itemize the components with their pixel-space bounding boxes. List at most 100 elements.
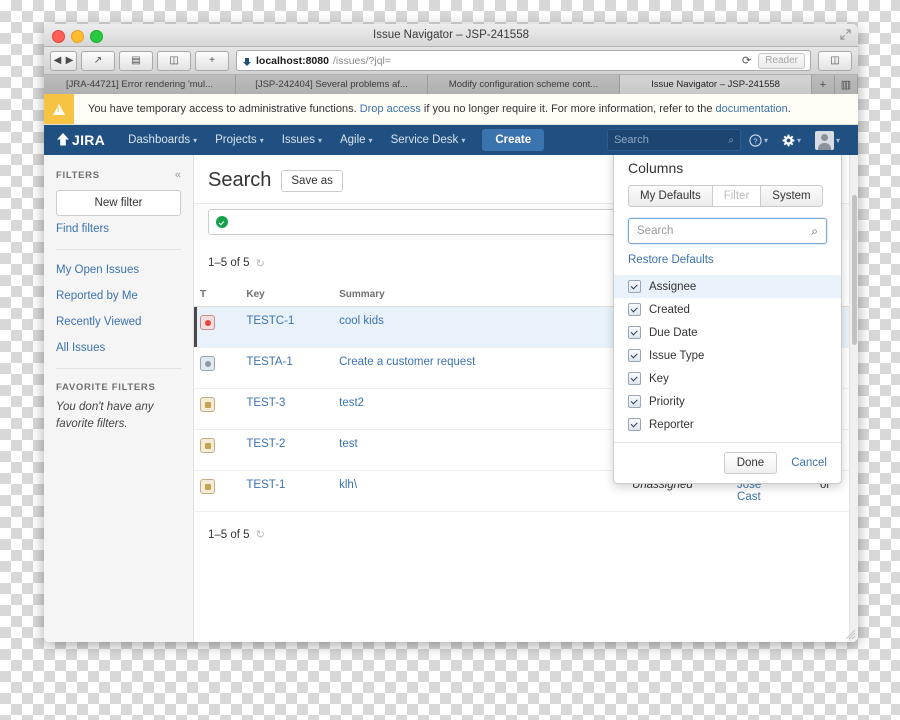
collapse-sidebar-icon[interactable]: « [175, 169, 181, 181]
column-option-issue-type[interactable]: Issue Type [614, 344, 841, 367]
issue-summary-link[interactable]: klh\ [339, 479, 357, 491]
checkbox-checked-icon[interactable] [628, 326, 641, 339]
column-option-due-date[interactable]: Due Date [614, 321, 841, 344]
refresh-icon[interactable]: ↻ [256, 257, 265, 270]
resize-corner-icon[interactable] [844, 628, 856, 640]
sidebar-item-my-open-issues[interactable]: My Open Issues [44, 257, 193, 283]
forward-button[interactable]: ▶ [64, 55, 76, 66]
save-as-button[interactable]: Save as [281, 169, 343, 192]
issue-key-link[interactable]: TEST-1 [246, 479, 285, 491]
nav-label: Projects [215, 134, 257, 146]
sidebar-item-reported-by-me[interactable]: Reported by Me [44, 283, 193, 309]
nav-item-dashboards[interactable]: Dashboards ▾ [119, 125, 206, 155]
checkbox-checked-icon[interactable] [628, 280, 641, 293]
user-menu-button[interactable]: ▾ [809, 130, 846, 150]
nav-label: Agile [339, 134, 366, 146]
add-tab-button[interactable]: + [812, 75, 835, 94]
column-option-reporter[interactable]: Reporter [614, 413, 841, 436]
column-option-label: Issue Type [649, 349, 705, 362]
sidebar-item-all-issues[interactable]: All Issues [44, 335, 193, 361]
find-filters-link[interactable]: Find filters [44, 216, 193, 242]
issue-summary-link[interactable]: test [339, 438, 358, 450]
checkbox-checked-icon[interactable] [628, 349, 641, 362]
issue-key-link[interactable]: TESTC-1 [246, 315, 294, 327]
column-header-type[interactable]: T [194, 284, 241, 307]
column-option-label: Assignee [649, 280, 697, 293]
done-button[interactable]: Done [723, 452, 778, 474]
refresh-icon[interactable]: ↻ [256, 528, 265, 541]
jira-logo[interactable]: JIRA [56, 132, 105, 148]
browser-tab[interactable]: [JSP-242404] Several problems af... [236, 75, 428, 94]
reload-icon[interactable]: ⟳ [742, 54, 751, 67]
issue-summary-link[interactable]: cool kids [339, 315, 384, 327]
reader-button[interactable]: Reader [758, 52, 805, 69]
global-search-input[interactable]: Search ⌕ [606, 129, 741, 151]
column-header-key[interactable]: Key [240, 284, 334, 307]
column-option-key[interactable]: Key [614, 367, 841, 390]
share-button[interactable]: ↗ [81, 50, 115, 71]
back-button[interactable]: ◀ [52, 55, 64, 66]
downloads-button[interactable]: ◫ [818, 50, 852, 71]
nav-item-service-desk[interactable]: Service Desk ▾ [382, 125, 475, 155]
settings-menu-button[interactable]: ▾ [776, 134, 807, 147]
issue-key-link[interactable]: TEST-2 [246, 438, 285, 450]
checkbox-checked-icon[interactable] [628, 303, 641, 316]
bookmarks-button[interactable]: ▤ [119, 50, 153, 71]
drop-access-link[interactable]: Drop access [360, 103, 421, 115]
sidebar-heading: FILTERS [56, 169, 100, 181]
checkbox-checked-icon[interactable] [628, 372, 641, 385]
sidebar-item-recently-viewed[interactable]: Recently Viewed [44, 309, 193, 335]
results-count-bottom-row: 1–5 of 5 ↻ [194, 512, 858, 542]
search-icon: ⌕ [728, 134, 734, 146]
nav-item-issues[interactable]: Issues ▾ [273, 125, 331, 155]
browser-tab[interactable]: [JRA-44721] Error rendering 'mul... [44, 75, 236, 94]
restore-defaults-link[interactable]: Restore Defaults [614, 254, 841, 275]
segment-system[interactable]: System [760, 185, 823, 207]
column-option-assignee[interactable]: Assignee [614, 275, 841, 298]
documentation-link[interactable]: documentation [716, 103, 788, 115]
close-window-button[interactable] [52, 30, 65, 43]
checkbox-checked-icon[interactable] [628, 395, 641, 408]
url-host: localhost:8080 [256, 54, 329, 67]
nav-label: Dashboards [128, 134, 191, 146]
nav-item-agile[interactable]: Agile ▾ [331, 125, 382, 155]
chevron-down-icon: ▾ [193, 136, 198, 145]
new-filter-button[interactable]: New filter [56, 190, 181, 216]
issue-summary-link[interactable]: Create a customer request [339, 356, 475, 368]
help-icon: ? [749, 133, 762, 147]
columns-dropdown-title: Columns [628, 160, 684, 176]
checkbox-checked-icon[interactable] [628, 418, 641, 431]
cancel-link[interactable]: Cancel [791, 457, 827, 469]
issue-summary-link[interactable]: test2 [339, 397, 364, 409]
window-controls[interactable] [52, 30, 103, 43]
vertical-scrollbar[interactable] [849, 155, 858, 642]
favorite-filters-empty-text: You don't have any favorite filters. [56, 401, 154, 430]
show-all-tabs-button[interactable]: ▥ [835, 75, 858, 94]
fullscreen-icon[interactable] [840, 29, 851, 40]
page-title: Search [208, 169, 272, 191]
jira-logo-text: JIRA [72, 132, 106, 148]
issue-key-link[interactable]: TESTA-1 [246, 356, 292, 368]
browser-tab-active[interactable]: Issue Navigator – JSP-241558 [620, 75, 812, 94]
create-button[interactable]: Create [482, 129, 545, 151]
sidebar-divider [56, 249, 181, 250]
svg-text:?: ? [753, 136, 757, 145]
column-option-created[interactable]: Created [614, 298, 841, 321]
new-tab-button[interactable]: + [195, 50, 229, 71]
segment-my-defaults[interactable]: My Defaults [628, 185, 713, 207]
minimize-window-button[interactable] [71, 30, 84, 43]
banner-text-middle: if you no longer require it. For more in… [423, 103, 713, 115]
maximize-window-button[interactable] [90, 30, 103, 43]
columns-scope-segments: My Defaults Filter System [628, 185, 827, 207]
issue-key-link[interactable]: TEST-3 [246, 397, 285, 409]
browser-tab[interactable]: Modify configuration scheme cont... [428, 75, 620, 94]
column-header-summary[interactable]: Summary [333, 284, 627, 307]
columns-search-input[interactable]: Search ⌕ [628, 218, 827, 244]
scrollbar-thumb[interactable] [851, 195, 857, 345]
address-bar[interactable]: localhost:8080/issues/?jql= ⟳ Reader [236, 50, 811, 71]
help-menu-button[interactable]: ? ▾ [743, 133, 774, 147]
column-option-priority[interactable]: Priority [614, 390, 841, 413]
tab-overview-button[interactable]: ◫ [157, 50, 191, 71]
back-forward-buttons[interactable]: ◀ ▶ [50, 50, 77, 71]
nav-item-projects[interactable]: Projects ▾ [206, 125, 273, 155]
